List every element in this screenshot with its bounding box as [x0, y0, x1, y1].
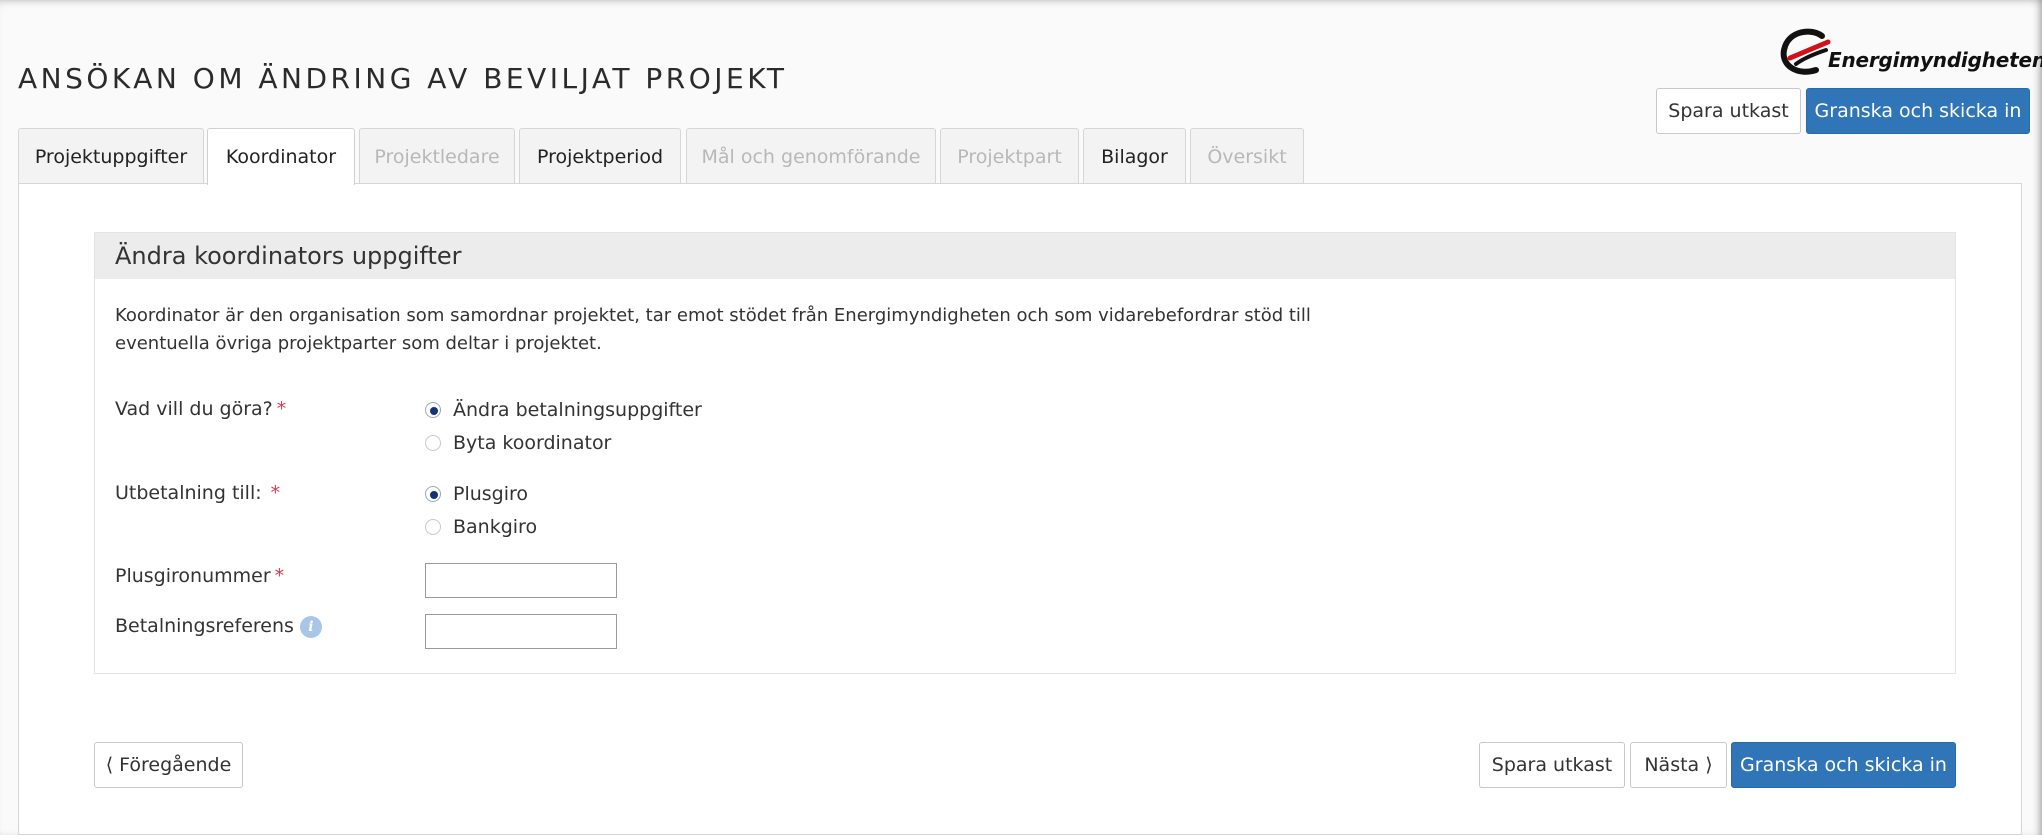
coordinator-panel: Ändra koordinators uppgifter Koordinator… — [94, 232, 1956, 674]
reference-label: Betalningsreferens i — [115, 615, 322, 638]
tab-oversikt: Översikt — [1190, 128, 1304, 184]
radio-option-byta-koordinator[interactable]: Byta koordinator — [425, 432, 611, 454]
tab-projektuppgifter[interactable]: Projektuppgifter — [18, 128, 204, 184]
description-line-1: Koordinator är den organisation som samo… — [115, 305, 1311, 326]
required-marker: * — [276, 398, 287, 420]
plusgiro-input[interactable] — [425, 563, 617, 598]
plusgiro-label-text: Plusgironummer — [115, 565, 271, 587]
save-draft-button-top[interactable]: Spara utkast — [1656, 88, 1801, 134]
radio-option-andra-betalningsuppgifter[interactable]: Ändra betalningsuppgifter — [425, 399, 702, 421]
radio-label: Plusgiro — [453, 483, 529, 505]
logo-text: Energimyndigheten — [1828, 48, 2042, 72]
page-title: ANSÖKAN OM ÄNDRING AV BEVILJAT PROJEKT — [18, 62, 788, 95]
tab-koordinator[interactable]: Koordinator — [207, 128, 355, 185]
tab-projektperiod[interactable]: Projektperiod — [519, 128, 681, 184]
review-submit-button-top[interactable]: Granska och skicka in — [1806, 88, 2030, 134]
save-draft-button[interactable]: Spara utkast — [1479, 742, 1625, 788]
radio-label: Ändra betalningsuppgifter — [453, 399, 702, 421]
radio-button-checked[interactable] — [425, 486, 441, 502]
panel-heading: Ändra koordinators uppgifter — [95, 233, 1955, 279]
radio-button[interactable] — [425, 435, 441, 451]
next-button[interactable]: Nästa ⟩ — [1630, 742, 1727, 788]
tab-content: Ändra koordinators uppgifter Koordinator… — [18, 183, 2022, 835]
review-submit-button[interactable]: Granska och skicka in — [1731, 742, 1956, 788]
reference-input[interactable] — [425, 614, 617, 649]
info-icon[interactable]: i — [299, 615, 322, 638]
tab-bilagor[interactable]: Bilagor — [1083, 128, 1186, 184]
description-line-2: eventuella övriga projektparter som delt… — [115, 333, 602, 354]
radio-option-plusgiro[interactable]: Plusgiro — [425, 483, 528, 505]
radio-label: Bankgiro — [453, 516, 538, 538]
radio-button-checked[interactable] — [425, 402, 441, 418]
radio-option-bankgiro[interactable]: Bankgiro — [425, 516, 537, 538]
tab-projektpart: Projektpart — [940, 128, 1079, 184]
tab-mal-och-genomforande: Mål och genomförande — [686, 128, 936, 184]
action-label: Vad vill du göra? * — [115, 398, 286, 420]
radio-label: Byta koordinator — [453, 432, 612, 454]
radio-button[interactable] — [425, 519, 441, 535]
reference-label-text: Betalningsreferens — [115, 615, 294, 637]
logo: Energimyndigheten — [1776, 28, 2042, 80]
plusgiro-label: Plusgironummer * — [115, 565, 284, 587]
action-label-text: Vad vill du göra? — [115, 398, 273, 420]
required-marker: * — [274, 565, 285, 587]
tab-projektledare: Projektledare — [359, 128, 515, 184]
panel-description: Koordinator är den organisation som samo… — [115, 302, 1415, 358]
page: ANSÖKAN OM ÄNDRING AV BEVILJAT PROJEKT E… — [0, 0, 2042, 835]
payout-label-text: Utbetalning till: — [115, 482, 262, 504]
required-marker: * — [270, 482, 281, 504]
energimyndigheten-logo-icon — [1780, 28, 1831, 75]
payout-label: Utbetalning till: * — [115, 482, 280, 504]
previous-button[interactable]: ⟨ Föregående — [94, 742, 243, 788]
